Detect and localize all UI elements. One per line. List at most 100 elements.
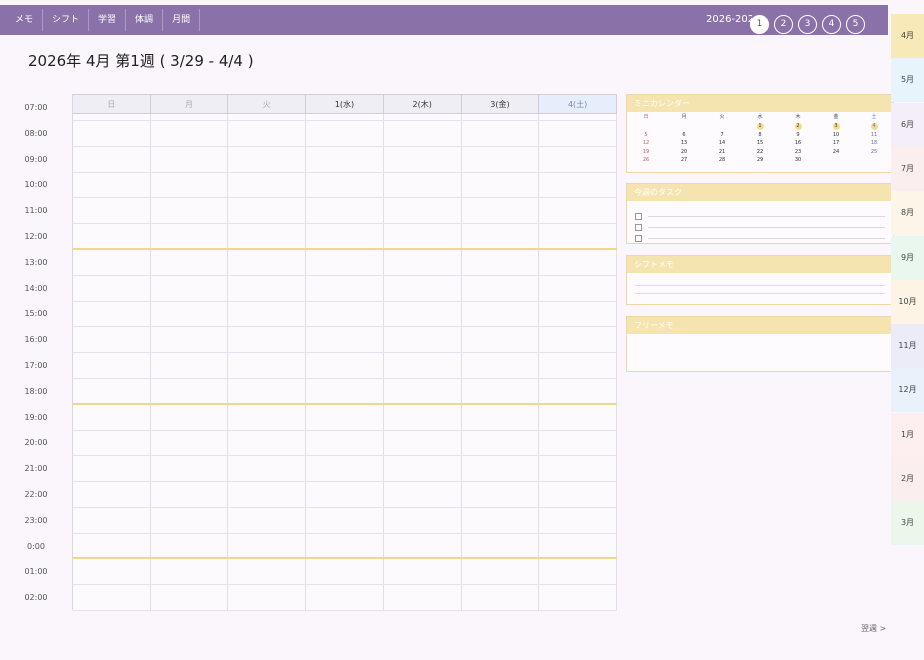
nav-item-health[interactable]: 体調	[126, 9, 164, 31]
memo-line	[635, 293, 885, 294]
week-button-3[interactable]: 3	[798, 15, 817, 34]
mini-day[interactable]: 20	[665, 148, 703, 157]
mini-day[interactable]: 16	[779, 139, 817, 148]
mini-day[interactable]: 15	[741, 139, 779, 148]
mini-weekday: 日	[643, 114, 649, 120]
column-divider	[227, 114, 229, 610]
day-header: 日	[73, 94, 151, 114]
mini-day[interactable]: 13	[665, 139, 703, 148]
mini-day[interactable]: 4	[855, 122, 893, 131]
free-memo-panel: フリーメモ	[626, 316, 894, 372]
mini-day[interactable]: 7	[703, 131, 741, 140]
shift-memo-area[interactable]	[627, 273, 893, 294]
time-label: 18:00	[24, 386, 48, 396]
mini-week-row: 5 6 7 8 9 10 11	[627, 131, 893, 140]
month-tab[interactable]: 11月	[891, 324, 924, 369]
month-tab[interactable]: 9月	[891, 235, 924, 280]
mini-weekday: 土	[871, 114, 877, 120]
hour-line	[73, 171, 617, 173]
month-tab[interactable]: 8月	[891, 191, 924, 236]
mini-day[interactable]: 3	[817, 122, 855, 131]
task-input-line[interactable]	[648, 216, 885, 217]
mini-day[interactable]: 28	[703, 156, 741, 165]
mini-day[interactable]: 5	[627, 131, 665, 140]
month-tab[interactable]: 2月	[891, 457, 924, 501]
mini-week-row: 19 20 21 22 23 24 25	[627, 148, 893, 157]
mini-day	[855, 156, 893, 165]
month-tab[interactable]: 7月	[891, 146, 924, 191]
mini-day[interactable]: 24	[817, 148, 855, 157]
hour-line	[73, 120, 617, 121]
task-checkbox[interactable]	[635, 224, 642, 231]
next-week-link[interactable]: 翌週 >	[861, 623, 886, 634]
mini-day[interactable]: 21	[703, 148, 741, 157]
hour-line	[73, 326, 617, 328]
nav-item-memo[interactable]: メモ	[6, 9, 44, 31]
month-tab[interactable]: 10月	[891, 279, 924, 324]
week-button-5[interactable]: 5	[846, 15, 865, 34]
task-checkbox[interactable]	[635, 235, 642, 242]
month-tab[interactable]: 6月	[891, 102, 924, 147]
time-label: 21:00	[24, 464, 48, 474]
top-bar: メモ シフト 学習 体調 月間 2026-2027 1 2 3 4 5	[0, 5, 888, 35]
nav-menu: メモ シフト 学習 体調 月間	[6, 9, 201, 31]
hour-line	[73, 197, 617, 199]
hour-line	[73, 402, 617, 405]
mini-calendar-weekdays: 日月火水木金土	[627, 112, 893, 122]
week-button-4[interactable]: 4	[822, 15, 841, 34]
mini-day[interactable]: 10	[817, 131, 855, 140]
task-checkbox[interactable]	[635, 213, 642, 220]
week-button-1[interactable]: 1	[750, 15, 769, 34]
mini-day[interactable]: 23	[779, 148, 817, 157]
mini-day[interactable]: 27	[665, 156, 703, 165]
grid-body[interactable]	[73, 114, 617, 610]
month-tab[interactable]: 3月	[891, 501, 924, 546]
mini-day[interactable]: 17	[817, 139, 855, 148]
mini-day	[627, 122, 665, 131]
hour-line	[73, 507, 617, 508]
month-tab[interactable]: 4月	[891, 14, 924, 58]
mini-day[interactable]: 1	[741, 122, 779, 131]
mini-day[interactable]: 18	[855, 139, 893, 148]
memo-line	[635, 285, 885, 286]
task-input-line[interactable]	[648, 238, 885, 239]
week-grid: 日月火 1(水) 2(木) 3(金) 4(土)	[72, 94, 617, 612]
free-memo-area[interactable]	[627, 334, 893, 372]
mini-week-row: 26 27 28 29 30	[627, 156, 893, 165]
month-tab[interactable]: 1月	[891, 412, 924, 457]
month-tab[interactable]: 5月	[891, 58, 924, 103]
mini-day[interactable]: 11	[855, 131, 893, 140]
mini-day[interactable]: 25	[855, 148, 893, 157]
mini-day[interactable]: 14	[703, 139, 741, 148]
column-divider	[305, 114, 307, 610]
mini-day[interactable]: 8	[741, 131, 779, 140]
week-button-2[interactable]: 2	[774, 15, 793, 34]
mini-day[interactable]: 19	[627, 148, 665, 157]
mini-day	[665, 122, 703, 131]
nav-item-shift[interactable]: シフト	[43, 9, 90, 31]
hour-line	[73, 557, 617, 560]
time-label: 0:00	[27, 541, 45, 551]
free-memo-title: フリーメモ	[627, 317, 893, 334]
mini-day[interactable]: 9	[779, 131, 817, 140]
mini-day[interactable]: 12	[627, 139, 665, 148]
mini-day[interactable]: 26	[627, 156, 665, 165]
mini-calendar-days: 1 2 3 4 5 6 7 8 9 10 11 12 13 14 15 16 17 18 19 20 21 22 23 24 2…	[627, 122, 893, 165]
mini-day[interactable]: 22	[741, 148, 779, 157]
time-label: 11:00	[24, 206, 48, 216]
time-label: 02:00	[24, 593, 48, 603]
mini-day	[703, 122, 741, 131]
task-input-line[interactable]	[648, 227, 885, 228]
mini-day[interactable]: 30	[779, 156, 817, 165]
mini-weekday: 火	[719, 114, 725, 120]
month-tab[interactable]: 12月	[891, 368, 924, 413]
nav-item-monthly[interactable]: 月間	[163, 9, 201, 31]
column-divider	[538, 114, 540, 610]
mini-day[interactable]: 6	[665, 131, 703, 140]
hour-line	[73, 455, 617, 457]
mini-calendar-title: ミニカレンダー	[627, 95, 893, 112]
task-list	[627, 201, 893, 243]
mini-day[interactable]: 2	[779, 122, 817, 131]
mini-day[interactable]: 29	[741, 156, 779, 165]
nav-item-study[interactable]: 学習	[89, 9, 127, 31]
